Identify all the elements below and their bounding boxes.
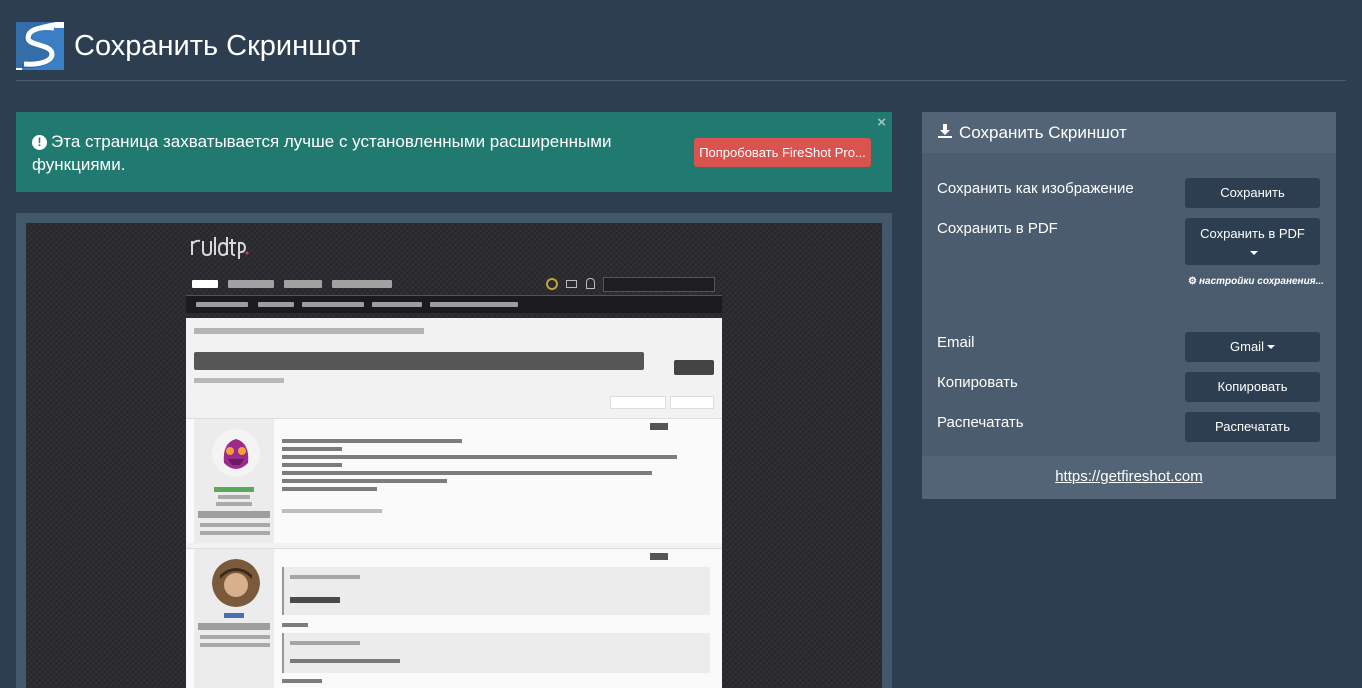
screenshot-preview-image[interactable] — [26, 223, 882, 688]
site-nav-bar — [186, 275, 722, 295]
header: Сохранить Скриншот — [16, 22, 360, 70]
page-title: Сохранить Скриншот — [74, 29, 361, 62]
copy-button[interactable]: Копировать — [1185, 372, 1320, 402]
download-icon — [938, 124, 952, 138]
save-pdf-label: Сохранить в PDF — [937, 220, 1058, 237]
exclamation-circle-icon: ! — [32, 135, 47, 150]
save-panel: Сохранить Скриншот Сохранить как изображ… — [922, 112, 1336, 499]
copy-label: Копировать — [937, 374, 1018, 391]
save-image-button[interactable]: Сохранить — [1185, 178, 1320, 208]
gmail-dropdown-button[interactable]: Gmail — [1185, 332, 1320, 362]
gear-icon: ⚙ — [1188, 276, 1197, 287]
forum-post — [186, 418, 722, 543]
save-settings-label: настройки сохранения... — [1198, 276, 1324, 287]
fireshot-logo — [16, 22, 64, 70]
save-pdf-button-label: Сохранить в PDF — [1200, 226, 1305, 241]
site-logo — [191, 237, 249, 259]
gmail-button-label: Gmail — [1230, 339, 1264, 354]
print-button[interactable]: Распечатать — [1185, 412, 1320, 442]
header-divider — [16, 80, 1346, 81]
fireshot-website-link[interactable]: https://getfireshot.com — [922, 468, 1336, 485]
forum-post — [186, 548, 722, 688]
save-panel-header: Сохранить Скриншот — [922, 112, 1336, 153]
save-panel-title: Сохранить Скриншот — [959, 123, 1127, 142]
caret-down-icon — [1266, 345, 1275, 349]
save-panel-footer: https://getfireshot.com — [922, 456, 1336, 499]
caret-down-icon — [1250, 251, 1258, 255]
save-as-image-label: Сохранить как изображение — [937, 180, 1134, 197]
save-settings-link[interactable]: ⚙ настройки сохранения... — [1188, 276, 1324, 287]
email-label: Email — [937, 334, 975, 351]
forum-thread-card — [186, 318, 722, 688]
save-pdf-button[interactable]: Сохранить в PDF — [1185, 218, 1320, 265]
alert-message: ! Эта страница захватывается лучше с уста… — [32, 130, 672, 176]
print-label: Распечатать — [937, 414, 1024, 431]
close-icon[interactable]: × — [877, 114, 886, 131]
alert-text: Эта страница захватывается лучше с устан… — [32, 132, 612, 174]
upgrade-alert: ! Эта страница захватывается лучше с уста… — [16, 112, 892, 192]
try-fireshot-pro-button[interactable]: Попробовать FireShot Pro... — [694, 138, 871, 167]
screenshot-preview-frame — [16, 213, 892, 688]
site-sub-nav — [186, 295, 722, 313]
